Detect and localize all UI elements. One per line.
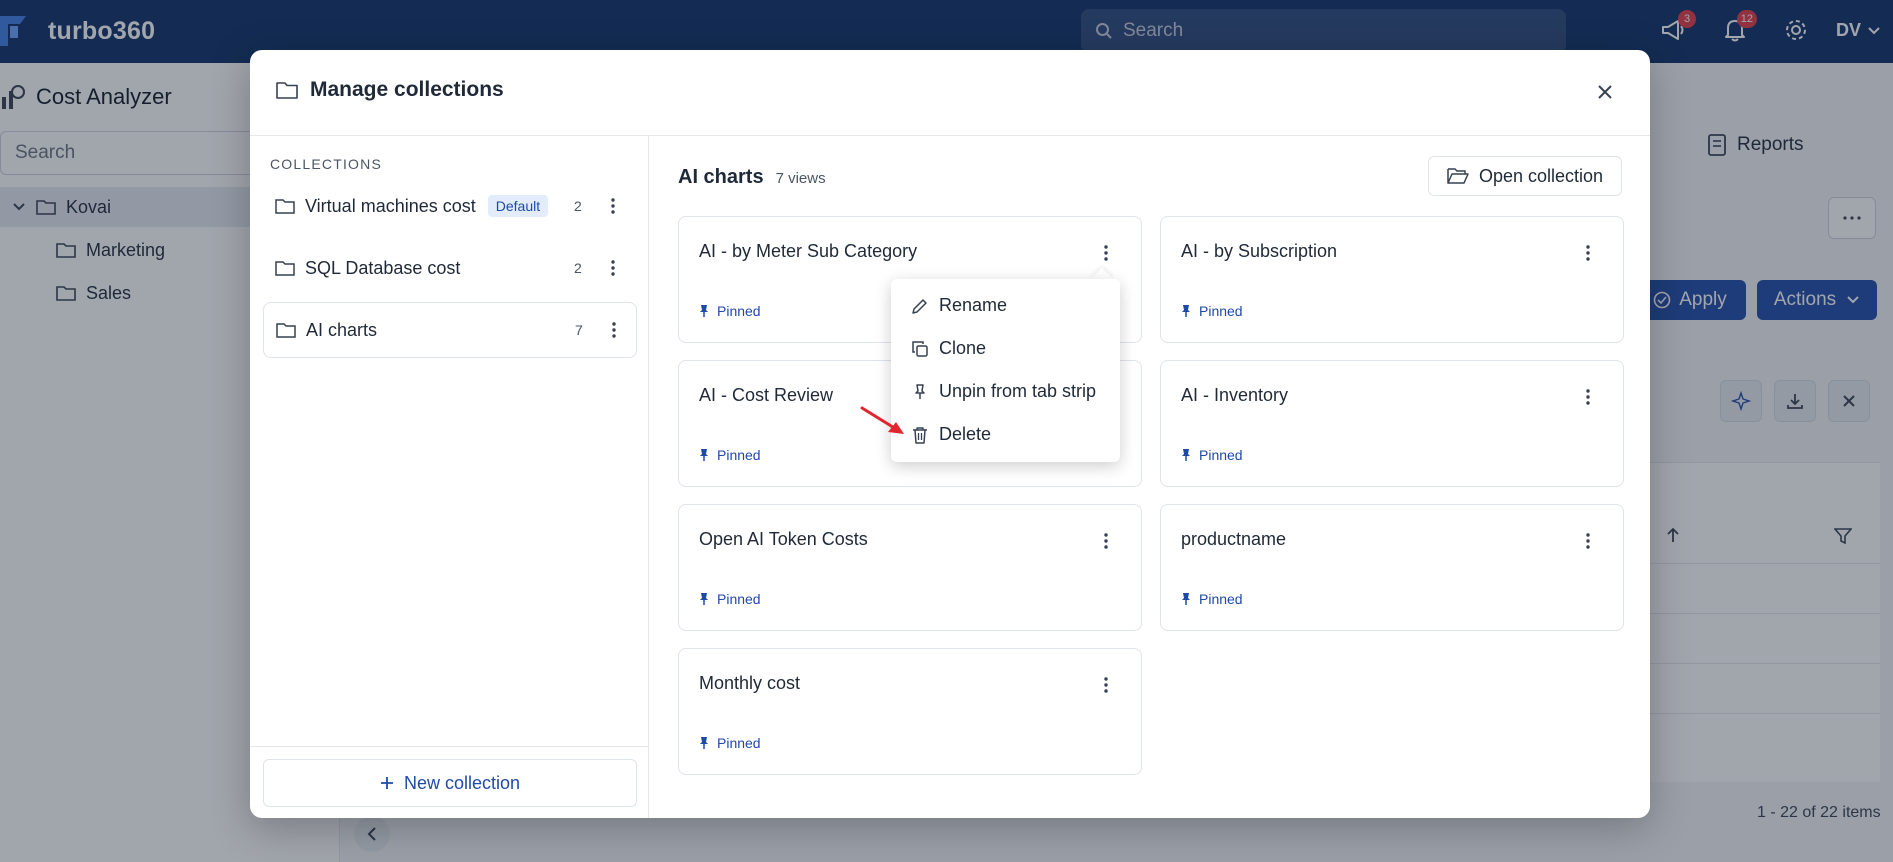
pinned-label: Pinned <box>717 303 761 319</box>
view-card-title: AI - Inventory <box>1181 385 1289 405</box>
kebab-menu-icon <box>1586 389 1590 405</box>
kebab-menu-icon <box>1586 533 1590 549</box>
collection-name: AI charts <box>306 319 378 340</box>
collection-count: 2 <box>574 260 582 276</box>
copy-icon <box>912 340 928 357</box>
collection-name: SQL Database cost <box>305 257 461 278</box>
close-icon <box>1598 85 1612 99</box>
trash-icon <box>913 426 927 444</box>
dialog-title-text: Manage collections <box>310 78 504 101</box>
annotation-arrow-icon <box>860 406 904 434</box>
pin-icon <box>1182 449 1190 461</box>
view-card[interactable]: Monthly cost Pinned <box>678 648 1142 775</box>
view-card-menu-button[interactable] <box>1096 241 1116 265</box>
selected-collection-header: AI charts 7 views <box>678 166 826 189</box>
pencil-icon <box>912 298 927 314</box>
new-collection-button[interactable]: New collection <box>263 759 637 807</box>
pinned-status: Pinned <box>699 735 761 751</box>
menu-item-clone[interactable]: Clone <box>911 338 986 359</box>
pinned-status: Pinned <box>1181 303 1243 319</box>
open-collection-button[interactable]: Open collection <box>1428 156 1622 196</box>
pin-icon <box>1182 305 1190 317</box>
collections-footer: New collection <box>250 746 649 818</box>
pinned-label: Pinned <box>1199 591 1243 607</box>
menu-item-delete[interactable]: Delete <box>911 424 991 445</box>
open-collection-label: Open collection <box>1478 165 1604 186</box>
pinned-status: Pinned <box>1181 447 1243 463</box>
dialog-title: Manage collections <box>276 78 504 102</box>
close-dialog-button[interactable] <box>1590 77 1620 107</box>
collection-menu-button[interactable] <box>603 194 623 218</box>
view-card-menu-button[interactable] <box>1096 673 1116 697</box>
pin-icon <box>1182 593 1190 605</box>
menu-item-label: Unpin from tab strip <box>939 381 1097 401</box>
pinned-label: Pinned <box>717 447 761 463</box>
pinned-label: Pinned <box>1199 447 1243 463</box>
kebab-menu-icon <box>1586 245 1590 261</box>
kebab-menu-icon <box>611 260 615 276</box>
unpin-icon <box>915 383 925 399</box>
folder-icon <box>275 199 295 214</box>
pinned-status: Pinned <box>699 303 761 319</box>
menu-item-label: Delete <box>939 424 992 444</box>
menu-item-unpin[interactable]: Unpin from tab strip <box>911 381 1096 402</box>
pinned-status: Pinned <box>699 591 761 607</box>
view-card-title: AI - Cost Review <box>699 385 834 405</box>
pinned-label: Pinned <box>1199 303 1243 319</box>
collection-views-panel: AI charts 7 views Open collection AI - b… <box>650 136 1650 818</box>
view-card[interactable]: AI - Inventory Pinned <box>1160 360 1624 487</box>
kebab-menu-icon <box>612 322 616 338</box>
selected-collection-name: AI charts <box>678 166 764 188</box>
collection-item-virtual-machines-cost[interactable]: Virtual machines cost Default 2 <box>263 178 637 234</box>
collection-item-ai-charts[interactable]: AI charts 7 <box>263 302 637 358</box>
view-card-menu-button[interactable] <box>1578 241 1598 265</box>
menu-item-rename[interactable]: Rename <box>911 295 1007 316</box>
new-collection-label: New collection <box>403 772 521 793</box>
pin-icon <box>700 449 708 461</box>
folder-icon <box>276 82 298 99</box>
pinned-label: Pinned <box>717 591 761 607</box>
plus-icon <box>380 777 393 789</box>
pin-icon <box>700 305 708 317</box>
view-card-title: productname <box>1181 529 1287 549</box>
view-card[interactable]: Open AI Token Costs Pinned <box>678 504 1142 631</box>
view-context-menu: Rename Clone Unpin from tab strip Delete <box>891 279 1120 462</box>
collections-panel: COLLECTIONS Virtual machines cost Defaul… <box>250 136 649 818</box>
menu-item-label: Rename <box>939 295 1008 315</box>
view-card[interactable]: productname Pinned <box>1160 504 1624 631</box>
folder-icon <box>276 323 296 338</box>
dialog-header: Manage collections <box>250 50 1650 136</box>
kebab-menu-icon <box>611 198 615 214</box>
collection-count: 2 <box>574 198 582 214</box>
menu-item-label: Clone <box>939 338 987 358</box>
collection-menu-button[interactable] <box>604 318 624 342</box>
view-card-menu-button[interactable] <box>1096 529 1116 553</box>
view-card-title: Monthly cost <box>699 673 801 693</box>
collection-count: 7 <box>575 322 583 338</box>
view-card-title: AI - by Subscription <box>1181 241 1338 261</box>
pinned-status: Pinned <box>699 447 761 463</box>
selected-collection-views: 7 views <box>775 170 826 187</box>
collections-heading: COLLECTIONS <box>270 156 382 172</box>
view-card-title: AI - by Meter Sub Category <box>699 241 918 261</box>
collection-name: Virtual machines cost <box>305 195 476 216</box>
kebab-menu-icon <box>1104 677 1108 693</box>
kebab-menu-icon <box>1104 533 1108 549</box>
default-badge: Default <box>487 195 549 217</box>
folder-icon <box>275 261 295 276</box>
kebab-menu-icon <box>1104 245 1108 261</box>
pinned-status: Pinned <box>1181 591 1243 607</box>
pin-icon <box>700 737 708 749</box>
view-card-menu-button[interactable] <box>1578 529 1598 553</box>
pinned-label: Pinned <box>717 735 761 751</box>
folder-open-icon <box>1447 168 1469 184</box>
pin-icon <box>700 593 708 605</box>
view-card-menu-button[interactable] <box>1578 385 1598 409</box>
collection-item-sql-database-cost[interactable]: SQL Database cost 2 <box>263 240 637 296</box>
view-card-title: Open AI Token Costs <box>699 529 868 549</box>
collection-menu-button[interactable] <box>603 256 623 280</box>
view-card[interactable]: AI - by Subscription Pinned <box>1160 216 1624 343</box>
